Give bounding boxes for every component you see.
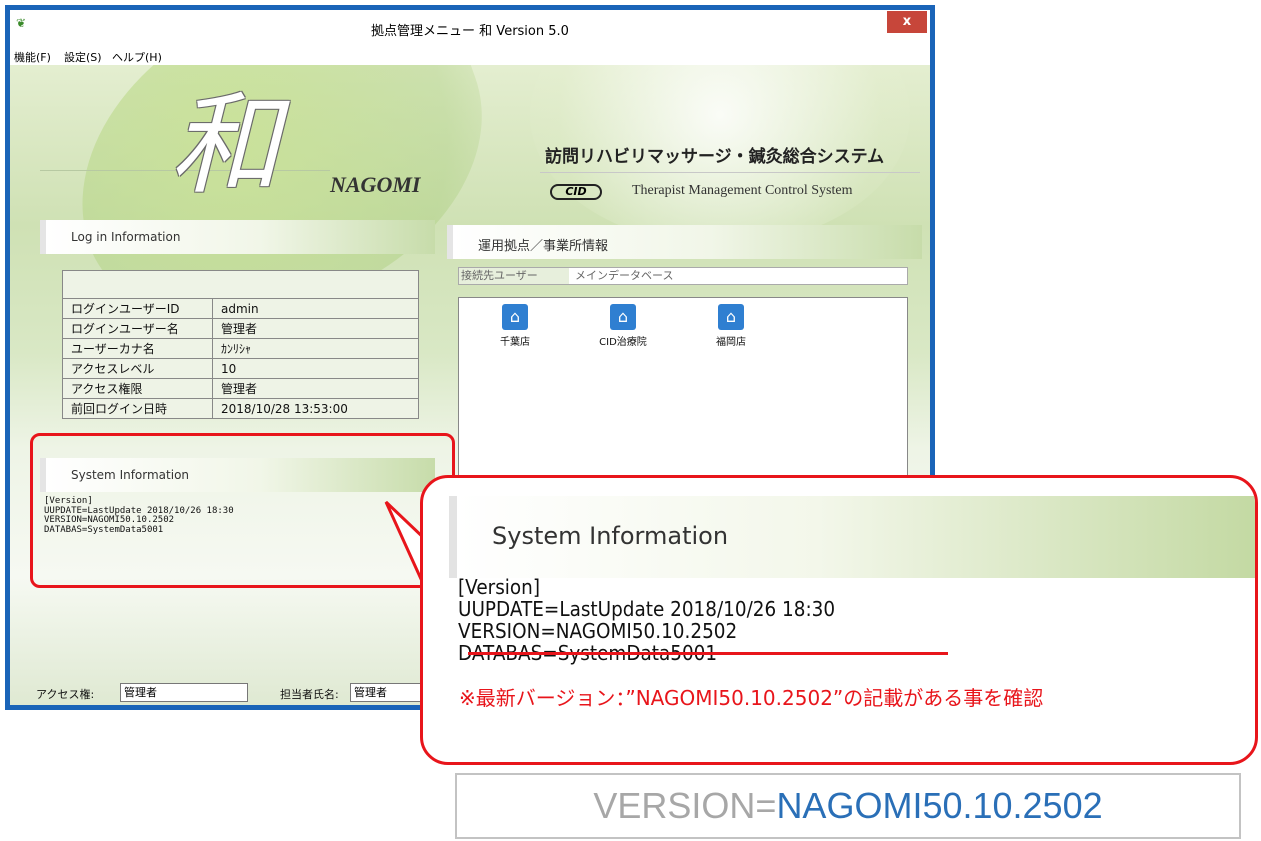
zoom-header: System Information	[449, 496, 1255, 578]
row-key: ログインユーザー名	[62, 318, 213, 339]
staff-label: 担当者氏名:	[280, 688, 339, 701]
table-row: 前回ログイン日時 2018/10/28 13:53:00	[62, 398, 419, 419]
menu-function[interactable]: 機能(F)	[14, 49, 51, 65]
connection-value: メインデータベース	[575, 269, 674, 282]
table-row	[62, 270, 419, 299]
store-item[interactable]: ⌂ 福岡店	[681, 304, 781, 348]
system-title-ja: 訪問リハビリマッサージ・鍼灸総合システム	[545, 147, 885, 167]
zoom-callout: System Information [Version] UUPDATE=Las…	[420, 475, 1258, 765]
logo-roman: NAGOMI	[330, 172, 421, 197]
row-key: 前回ログイン日時	[62, 398, 213, 419]
zoom-info-text: [Version] UUPDATE=LastUpdate 2018/10/26 …	[458, 576, 835, 664]
row-key: ログインユーザーID	[62, 298, 213, 319]
version-banner: VERSION=NAGOMI50.10.2502	[455, 773, 1241, 839]
menu-settings[interactable]: 設定(S)	[64, 49, 102, 65]
office-panel-header: 運用拠点／事業所情報	[447, 225, 922, 259]
store-item[interactable]: ⌂ CID治療院	[573, 304, 673, 348]
table-row: アクセスレベル 10	[62, 358, 419, 379]
login-info-table: ログインユーザーID admin ログインユーザー名 管理者 ユーザーカナ名 ｶ…	[62, 270, 419, 419]
row-value: 10	[212, 358, 419, 379]
row-value: admin	[212, 298, 419, 319]
version-prefix: VERSION=	[593, 785, 777, 826]
home-icon: ⌂	[718, 304, 744, 330]
row-value: 管理者	[212, 378, 419, 399]
store-label: 福岡店	[716, 337, 746, 348]
version-underline	[468, 652, 948, 655]
zoom-note: ※最新バージョン：”NAGOMI50.10.2502”の記載がある事を確認	[459, 686, 1044, 710]
highlight-box	[30, 433, 455, 588]
title-bar: ❦ 拠点管理メニュー 和 Version 5.0 x	[10, 10, 930, 46]
table-row: ログインユーザー名 管理者	[62, 318, 419, 339]
row-value: ｶﾝﾘｼｬ	[212, 338, 419, 359]
office-panel-title: 運用拠点／事業所情報	[478, 239, 609, 254]
close-button[interactable]: x	[887, 11, 927, 33]
home-icon: ⌂	[502, 304, 528, 330]
connection-label: 接続先ユーザー	[459, 268, 569, 284]
menu-help[interactable]: ヘルプ(H)	[112, 49, 162, 65]
store-label: 千葉店	[500, 337, 530, 348]
zoom-line: VERSION=NAGOMI50.10.2502	[458, 619, 738, 643]
window-title: 拠点管理メニュー 和 Version 5.0	[371, 24, 569, 39]
table-row: ログインユーザーID admin	[62, 298, 419, 319]
login-panel-title: Log in Information	[71, 230, 181, 244]
version-value: NAGOMI50.10.2502	[776, 785, 1103, 826]
zoom-line: UUPDATE=LastUpdate 2018/10/26 18:30	[458, 597, 836, 621]
row-key: ユーザーカナ名	[62, 338, 213, 359]
logo-kanji: 和	[170, 81, 280, 209]
row-key: アクセス権限	[62, 378, 213, 399]
home-icon: ⌂	[610, 304, 636, 330]
store-item[interactable]: ⌂ 千葉店	[465, 304, 565, 348]
cid-logo: CID	[550, 184, 602, 200]
table-row: アクセス権限 管理者	[62, 378, 419, 399]
table-row: ユーザーカナ名 ｶﾝﾘｼｬ	[62, 338, 419, 359]
login-panel-header: Log in Information	[40, 220, 435, 254]
staff-value: 管理者	[350, 683, 430, 702]
zoom-line: [Version]	[458, 575, 541, 599]
zoom-title: System Information	[492, 522, 729, 550]
menu-bar: 機能(F) 設定(S) ヘルプ(H)	[10, 46, 930, 65]
connection-row: 接続先ユーザー メインデータベース	[458, 267, 908, 285]
store-label: CID治療院	[599, 337, 647, 348]
access-label: アクセス権:	[36, 688, 95, 701]
row-value: 2018/10/28 13:53:00	[212, 398, 419, 419]
access-value: 管理者	[120, 683, 248, 702]
system-title-en: Therapist Management Control System	[632, 183, 853, 198]
row-value: 管理者	[212, 318, 419, 339]
row-key: アクセスレベル	[62, 358, 213, 379]
system-title-divider	[540, 172, 920, 173]
